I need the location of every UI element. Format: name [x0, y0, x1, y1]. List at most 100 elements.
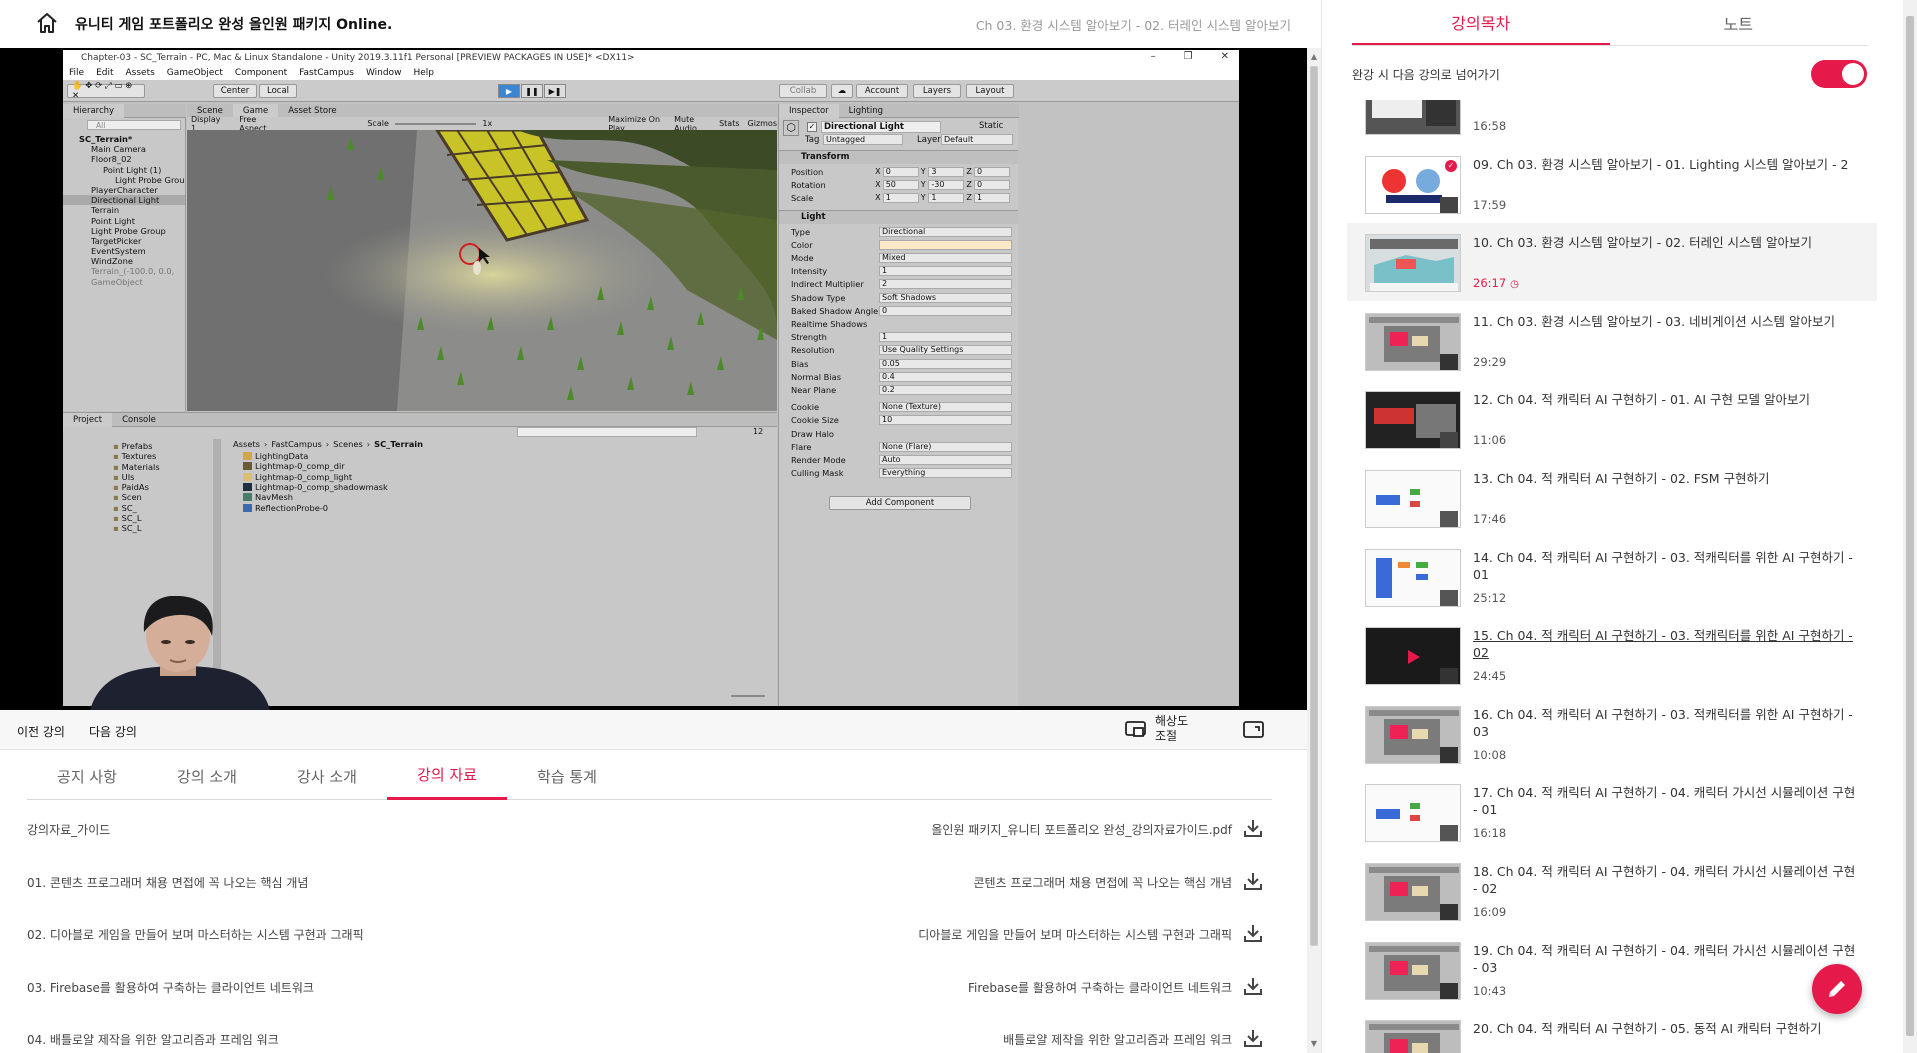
page-scrollbar[interactable]: ▲ ▼: [1307, 48, 1321, 1053]
inspector-panel: Inspector Lighting ⬡ ✓ Directional Light …: [778, 103, 1019, 706]
folder-icon: ▪: [113, 502, 119, 513]
hierarchy-item-label: PlayerCharacter: [91, 184, 158, 195]
scroll-down-arrow[interactable]: ▼: [1307, 1037, 1321, 1051]
download-icon[interactable]: [1242, 922, 1264, 944]
game-scene-render: [187, 130, 777, 411]
material-file-link[interactable]: 올인원 패키지_유니티 포트폴리오 완성_강의자료가이드.pdf: [931, 821, 1232, 838]
game-view-bar: Display 1 Free Aspect Scale 1x Maximize …: [187, 115, 777, 133]
lesson-title: 16. Ch 04. 적 캐릭터 AI 구현하기 - 03. 적캐릭터를 위한 …: [1473, 706, 1853, 739]
page-scroll-thumb[interactable]: [1310, 66, 1318, 946]
light-row: Draw Halo: [791, 428, 1012, 439]
lesson-item[interactable]: 20. Ch 04. 적 캐릭터 AI 구현하기 - 05. 동적 AI 캐릭터…: [1347, 1009, 1877, 1053]
axis-label: Y: [920, 180, 926, 189]
lesson-duration-text: 24:45: [1473, 669, 1507, 684]
download-icon[interactable]: [1242, 817, 1264, 839]
inspector-tab: Lighting: [848, 105, 884, 116]
light-row-value: 0.2: [879, 384, 1012, 395]
asset-item: Lightmap-0_comp_light: [233, 472, 777, 482]
sidebar-tab-1[interactable]: 노트: [1610, 0, 1868, 45]
asset-label: ReflectionProbe-0: [255, 502, 329, 513]
unity-menu-edit: Edit: [96, 68, 114, 78]
home-icon[interactable]: [34, 10, 60, 36]
light-row-label: Resolution: [791, 345, 835, 356]
lesson-duration-text: 26:17: [1473, 276, 1507, 291]
material-file-link[interactable]: 배틀로얄 제작을 위한 알고리즘과 프레임 워크: [1003, 1031, 1232, 1048]
lesson-thumbnail: [1365, 784, 1461, 843]
axis-label: X: [875, 167, 881, 176]
download-icon[interactable]: [1242, 975, 1264, 997]
tab-1[interactable]: 강의 소개: [147, 752, 267, 800]
lesson-item[interactable]: 18. Ch 04. 적 캐릭터 AI 구현하기 - 04. 캐릭터 가시선 시…: [1347, 852, 1877, 930]
material-file-link[interactable]: Firebase를 활용하여 구축하는 클라이언트 네트워크: [968, 979, 1232, 996]
lesson-title: 12. Ch 04. 적 캐릭터 AI 구현하기 - 01. AI 구현 모델 …: [1473, 392, 1810, 408]
lesson-item[interactable]: 16:58: [1347, 100, 1877, 144]
project-search: [517, 427, 697, 437]
folder-item: ▪ Textures: [63, 451, 223, 461]
collab-dropdown: Collab: [779, 84, 827, 98]
lesson-duration: 25:12: [1473, 591, 1506, 605]
prev-lesson-button[interactable]: 이전 강의: [17, 723, 65, 740]
asset-label: Lightmap-0_comp_dir: [255, 461, 345, 472]
tab-3[interactable]: 강의 자료: [387, 752, 507, 800]
lesson-item[interactable]: 12. Ch 04. 적 캐릭터 AI 구현하기 - 01. AI 구현 모델 …: [1347, 380, 1877, 458]
hierarchy-panel: Hierarchy All SC_Terrain* Main Camera Floo…: [63, 103, 186, 411]
transform-header: Transform: [779, 150, 1018, 164]
lesson-duration: 17:46: [1473, 512, 1506, 526]
light-row-value: None (Texture): [879, 402, 1012, 413]
asset-icon: [243, 452, 252, 461]
lesson-item[interactable]: 16. Ch 04. 적 캐릭터 AI 구현하기 - 03. 적캐릭터를 위한 …: [1347, 695, 1877, 773]
hierarchy-item: WindZone: [63, 256, 185, 266]
material-row: 02. 디아블로 게임을 만들어 보며 마스터하는 시스템 구현과 그래픽 디아블…: [27, 905, 1272, 958]
sidebar-scrollbar[interactable]: [1903, 0, 1917, 1053]
unity-menu-window: Window: [365, 68, 402, 78]
lesson-title: 14. Ch 04. 적 캐릭터 AI 구현하기 - 03. 적캐릭터를 위한 …: [1473, 549, 1853, 582]
folder-label: SC_: [121, 502, 137, 513]
hierarchy-item: Light Probe Group: [63, 226, 185, 236]
tab-4[interactable]: 학습 통계: [507, 752, 627, 800]
hierarchy-item: EventSystem: [63, 246, 185, 256]
lesson-item[interactable]: 14. Ch 04. 적 캐릭터 AI 구현하기 - 03. 적캐릭터를 위한 …: [1347, 538, 1877, 616]
axis-label: Z: [966, 167, 972, 176]
lesson-title: 11. Ch 03. 환경 시스템 알아보기 - 03. 네비게이션 시스템 알…: [1473, 313, 1836, 329]
scale-slider: [394, 122, 477, 125]
folder-label: Prefabs: [121, 441, 153, 451]
material-file-link[interactable]: 디아블로 게임을 만들어 보며 마스터하는 시스템 구현과 그래픽: [918, 926, 1232, 943]
hierarchy-item-label: Terrain: [91, 205, 120, 216]
pencil-icon[interactable]: [1812, 964, 1862, 1014]
lesson-item[interactable]: 10. Ch 03. 환경 시스템 알아보기 - 02. 터레인 시스템 알아보…: [1347, 223, 1877, 302]
tab-2[interactable]: 강사 소개: [267, 752, 387, 800]
hierarchy-item-label: SC_Terrain*: [79, 134, 133, 144]
folder-label: PaidAs: [121, 482, 149, 493]
download-icon[interactable]: [1242, 1027, 1264, 1049]
video-player[interactable]: Chapter-03 - SC_Terrain - PC, Mac & Linu…: [0, 48, 1307, 710]
lesson-item[interactable]: ✓ 09. Ch 03. 환경 시스템 알아보기 - 01. Lighting 시…: [1347, 145, 1877, 223]
light-row-label: Intensity: [791, 266, 828, 277]
resolution-button[interactable]: 해상도 조절: [1125, 714, 1199, 744]
tab-0[interactable]: 공지 사항: [27, 752, 147, 800]
hierarchy-item-label: TargetPicker: [91, 235, 142, 246]
axis-label: Y: [920, 193, 926, 202]
light-row-label: Baked Shadow Angle: [791, 305, 879, 316]
unity-window-title: Chapter-03 - SC_Terrain - PC, Mac & Linu…: [81, 53, 635, 63]
sidebar-tab-0[interactable]: 강의목차: [1352, 0, 1610, 45]
center-toggle: Center: [213, 84, 257, 98]
lesson-title: 10. Ch 03. 환경 시스템 알아보기 - 02. 터레인 시스템 알아보…: [1473, 235, 1813, 251]
light-row: Resolution Use Quality Settings: [791, 345, 1012, 356]
next-lesson-button[interactable]: 다음 강의: [89, 723, 137, 740]
tag-dropdown: Untagged: [823, 134, 903, 145]
autoplay-toggle[interactable]: [1811, 60, 1867, 88]
material-file-link[interactable]: 콘텐츠 프로그래머 채용 면접에 꼭 나오는 핵심 개념: [973, 874, 1232, 891]
sidebar-scroll-thumb[interactable]: [1906, 16, 1914, 1036]
expand-icon[interactable]: [1243, 720, 1265, 744]
download-icon[interactable]: [1242, 870, 1264, 892]
lesson-item[interactable]: 13. Ch 04. 적 캐릭터 AI 구현하기 - 02. FSM 구현하기 1…: [1347, 459, 1877, 537]
lesson-duration-text: 16:18: [1473, 826, 1507, 841]
lesson-item[interactable]: 19. Ch 04. 적 캐릭터 AI 구현하기 - 04. 캐릭터 가시선 시…: [1347, 931, 1877, 1009]
light-row: Color: [791, 239, 1012, 250]
folder-label: Textures: [121, 451, 157, 462]
check-circle-icon: ✓: [1445, 159, 1457, 172]
scroll-up-arrow[interactable]: ▲: [1307, 50, 1321, 64]
lesson-item[interactable]: 17. Ch 04. 적 캐릭터 AI 구현하기 - 04. 캐릭터 가시선 시…: [1347, 773, 1877, 851]
lesson-item[interactable]: 15. Ch 04. 적 캐릭터 AI 구현하기 - 03. 적캐릭터를 위한 …: [1347, 616, 1877, 694]
lesson-item[interactable]: 11. Ch 03. 환경 시스템 알아보기 - 03. 네비게이션 시스템 알…: [1347, 302, 1877, 380]
